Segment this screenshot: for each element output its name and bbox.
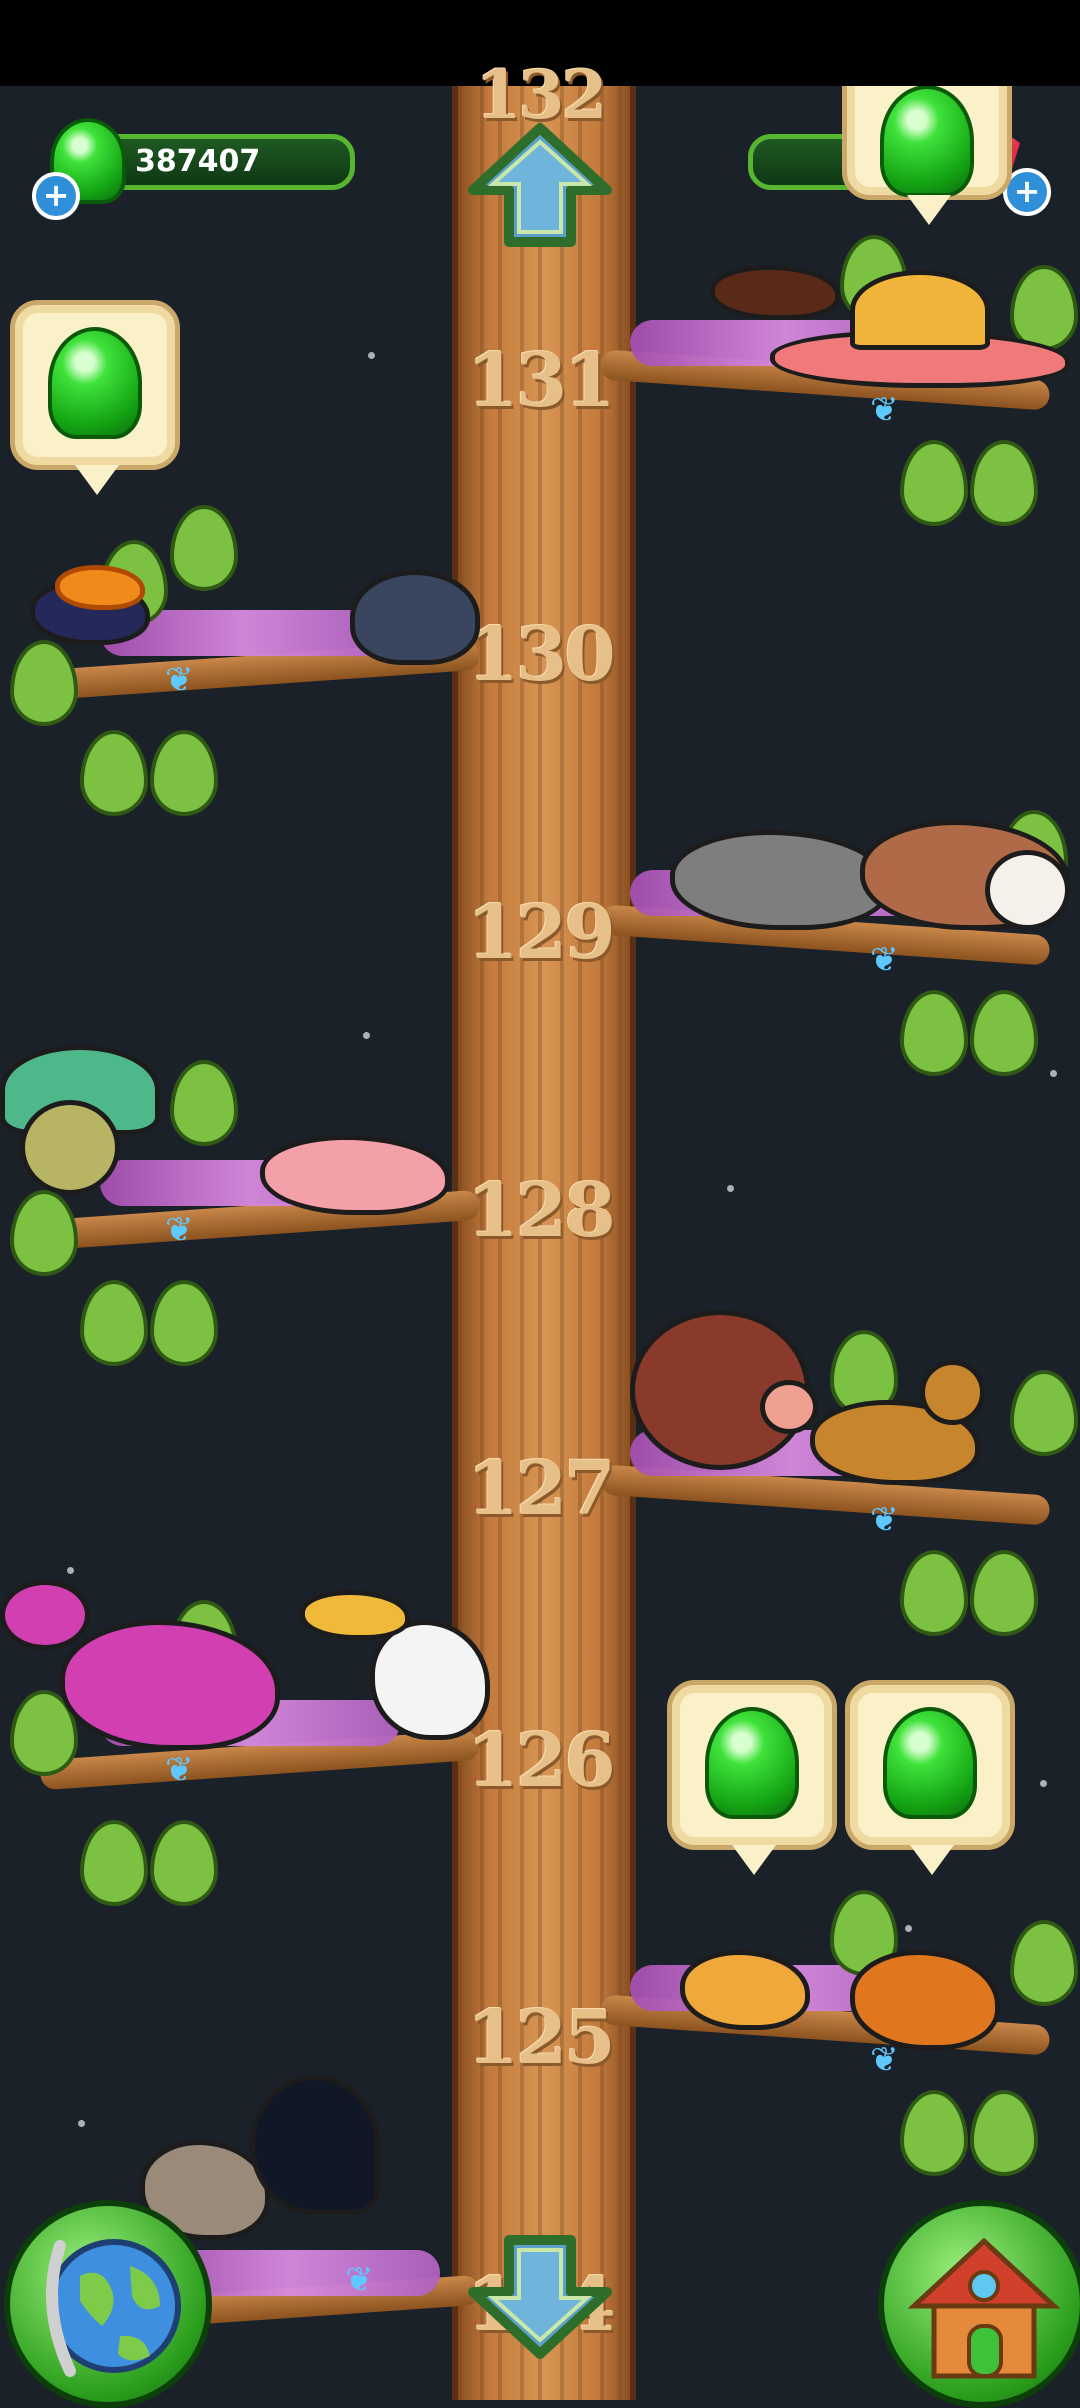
add-gems-button[interactable]: + — [32, 172, 80, 220]
green-gem-icon — [48, 327, 142, 439]
gem-bubble-3[interactable] — [845, 1680, 1015, 1875]
house-icon — [907, 2237, 1061, 2379]
gem-count: 387407 — [135, 144, 261, 179]
green-gem-icon — [880, 85, 974, 197]
green-gem-icon — [883, 1707, 977, 1819]
level-number-131: 131 — [467, 338, 615, 424]
home-button[interactable] — [878, 2200, 1080, 2408]
level-number-125: 125 — [467, 1995, 615, 2081]
globe-icon — [46, 2239, 181, 2377]
down-arrow-icon — [468, 2235, 612, 2359]
status-bar-cover — [842, 0, 1012, 86]
up-arrow-icon — [468, 123, 612, 247]
gem-bubble-2[interactable] — [667, 1680, 837, 1875]
gem-bubble-1[interactable] — [10, 300, 180, 495]
green-gem-icon — [705, 1707, 799, 1819]
level-number-129: 129 — [467, 890, 615, 976]
level-number-127: 127 — [467, 1446, 615, 1532]
globe-button[interactable] — [4, 2200, 212, 2408]
scroll-down-button[interactable] — [465, 2232, 615, 2362]
level-number-128: 128 — [467, 1168, 615, 1254]
scroll-up-button[interactable] — [465, 120, 615, 250]
